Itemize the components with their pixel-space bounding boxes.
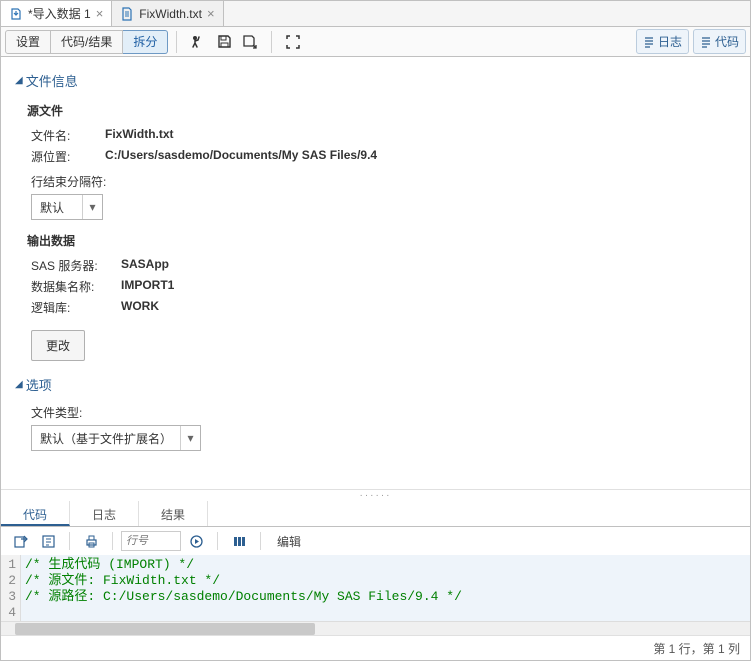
label: 数据集名称: xyxy=(31,278,121,295)
section-title: 选项 xyxy=(26,375,52,394)
collapse-triangle-icon: ◢ xyxy=(15,75,23,86)
code-pill-button[interactable]: 代码 xyxy=(693,29,746,54)
label: 逻辑库: xyxy=(31,299,121,316)
label: 行结束分隔符: xyxy=(31,173,736,190)
run-icon[interactable] xyxy=(185,29,211,55)
line-number-input[interactable] xyxy=(121,531,181,551)
pill-label: 日志 xyxy=(658,33,682,50)
code-editor[interactable]: 1234 /* 生成代码 (IMPORT) */ /* 源文件: FixWidt… xyxy=(1,555,750,621)
section-title: 文件信息 xyxy=(26,71,78,90)
main-toolbar: 设置 代码/结果 拆分 日志 代码 xyxy=(1,27,750,57)
value: WORK xyxy=(121,299,159,316)
fullscreen-icon[interactable] xyxy=(280,29,306,55)
label: 源位置: xyxy=(31,148,105,165)
separator xyxy=(260,532,261,550)
btab-log[interactable]: 日志 xyxy=(70,501,139,526)
value: IMPORT1 xyxy=(121,278,174,295)
scrollbar-thumb[interactable] xyxy=(15,623,315,635)
log-list-icon xyxy=(643,36,655,48)
edit-button[interactable]: 编辑 xyxy=(269,531,309,552)
line-gutter: 1234 xyxy=(1,555,21,621)
delimiter-select[interactable]: 默认 ▾ xyxy=(31,194,103,220)
tab-fixwidth[interactable]: FixWidth.txt × xyxy=(112,1,223,26)
kv-dataset: 数据集名称: IMPORT1 xyxy=(31,278,736,295)
close-icon[interactable]: × xyxy=(207,6,215,21)
kv-server: SAS 服务器: SASApp xyxy=(31,257,736,274)
top-tab-bar: *导入数据 1 × FixWidth.txt × xyxy=(1,1,750,27)
filetype-select[interactable]: 默认（基于文件扩展名） ▾ xyxy=(31,425,201,451)
pill-label: 代码 xyxy=(715,33,739,50)
import-icon xyxy=(9,7,23,21)
select-value: 默认 xyxy=(32,195,82,219)
source-file-header: 源文件 xyxy=(27,102,736,119)
save-icon[interactable] xyxy=(211,29,237,55)
value: SASApp xyxy=(121,257,169,274)
splitter-handle[interactable]: ······ xyxy=(1,489,750,501)
seg-split[interactable]: 拆分 xyxy=(123,30,168,54)
horizontal-scrollbar[interactable] xyxy=(1,621,750,635)
tab-import-data[interactable]: *导入数据 1 × xyxy=(1,1,112,26)
settings-panel: ◢ 文件信息 源文件 文件名: FixWidth.txt 源位置: C:/Use… xyxy=(1,57,750,489)
separator xyxy=(112,532,113,550)
separator xyxy=(271,31,272,53)
code-list-icon xyxy=(700,36,712,48)
seg-settings[interactable]: 设置 xyxy=(5,30,51,54)
goto-line-icon[interactable] xyxy=(183,528,209,554)
seg-code-result[interactable]: 代码/结果 xyxy=(51,30,123,54)
save-as-icon[interactable] xyxy=(237,29,263,55)
change-button[interactable]: 更改 xyxy=(31,330,85,361)
separator xyxy=(69,532,70,550)
value: FixWidth.txt xyxy=(105,127,174,144)
close-icon[interactable]: × xyxy=(96,6,104,21)
columns-icon[interactable] xyxy=(226,528,252,554)
file-icon xyxy=(120,7,134,21)
kv-path: 源位置: C:/Users/sasdemo/Documents/My SAS F… xyxy=(31,148,736,165)
chevron-down-icon: ▾ xyxy=(180,426,200,450)
label: 文件名: xyxy=(31,127,105,144)
open-file-icon[interactable] xyxy=(35,528,61,554)
separator xyxy=(176,31,177,53)
bottom-tab-bar: 代码 日志 结果 xyxy=(1,501,750,527)
kv-library: 逻辑库: WORK xyxy=(31,299,736,316)
kv-filename: 文件名: FixWidth.txt xyxy=(31,127,736,144)
value: C:/Users/sasdemo/Documents/My SAS Files/… xyxy=(105,148,377,165)
btab-code[interactable]: 代码 xyxy=(1,501,70,526)
code-content: /* 生成代码 (IMPORT) */ /* 源文件: FixWidth.txt… xyxy=(21,555,750,621)
export-code-icon[interactable] xyxy=(7,528,33,554)
collapse-triangle-icon: ◢ xyxy=(15,379,23,390)
field-delimiter: 行结束分隔符: 默认 ▾ xyxy=(31,173,736,220)
status-bar: 第 1 行，第 1 列 xyxy=(1,635,750,661)
section-options[interactable]: ◢ 选项 xyxy=(15,375,736,394)
section-file-info[interactable]: ◢ 文件信息 xyxy=(15,71,736,90)
print-icon[interactable] xyxy=(78,528,104,554)
field-filetype: 文件类型: 默认（基于文件扩展名） ▾ xyxy=(31,404,736,451)
output-data-header: 输出数据 xyxy=(27,232,736,249)
tab-label: FixWidth.txt xyxy=(139,7,202,21)
code-toolbar: 编辑 xyxy=(1,527,750,555)
label: 文件类型: xyxy=(31,404,736,421)
tab-label: *导入数据 1 xyxy=(28,5,91,22)
label: SAS 服务器: xyxy=(31,257,121,274)
separator xyxy=(217,532,218,550)
select-value: 默认（基于文件扩展名） xyxy=(32,426,180,450)
btab-result[interactable]: 结果 xyxy=(139,501,208,526)
log-pill-button[interactable]: 日志 xyxy=(636,29,689,54)
chevron-down-icon: ▾ xyxy=(82,195,102,219)
